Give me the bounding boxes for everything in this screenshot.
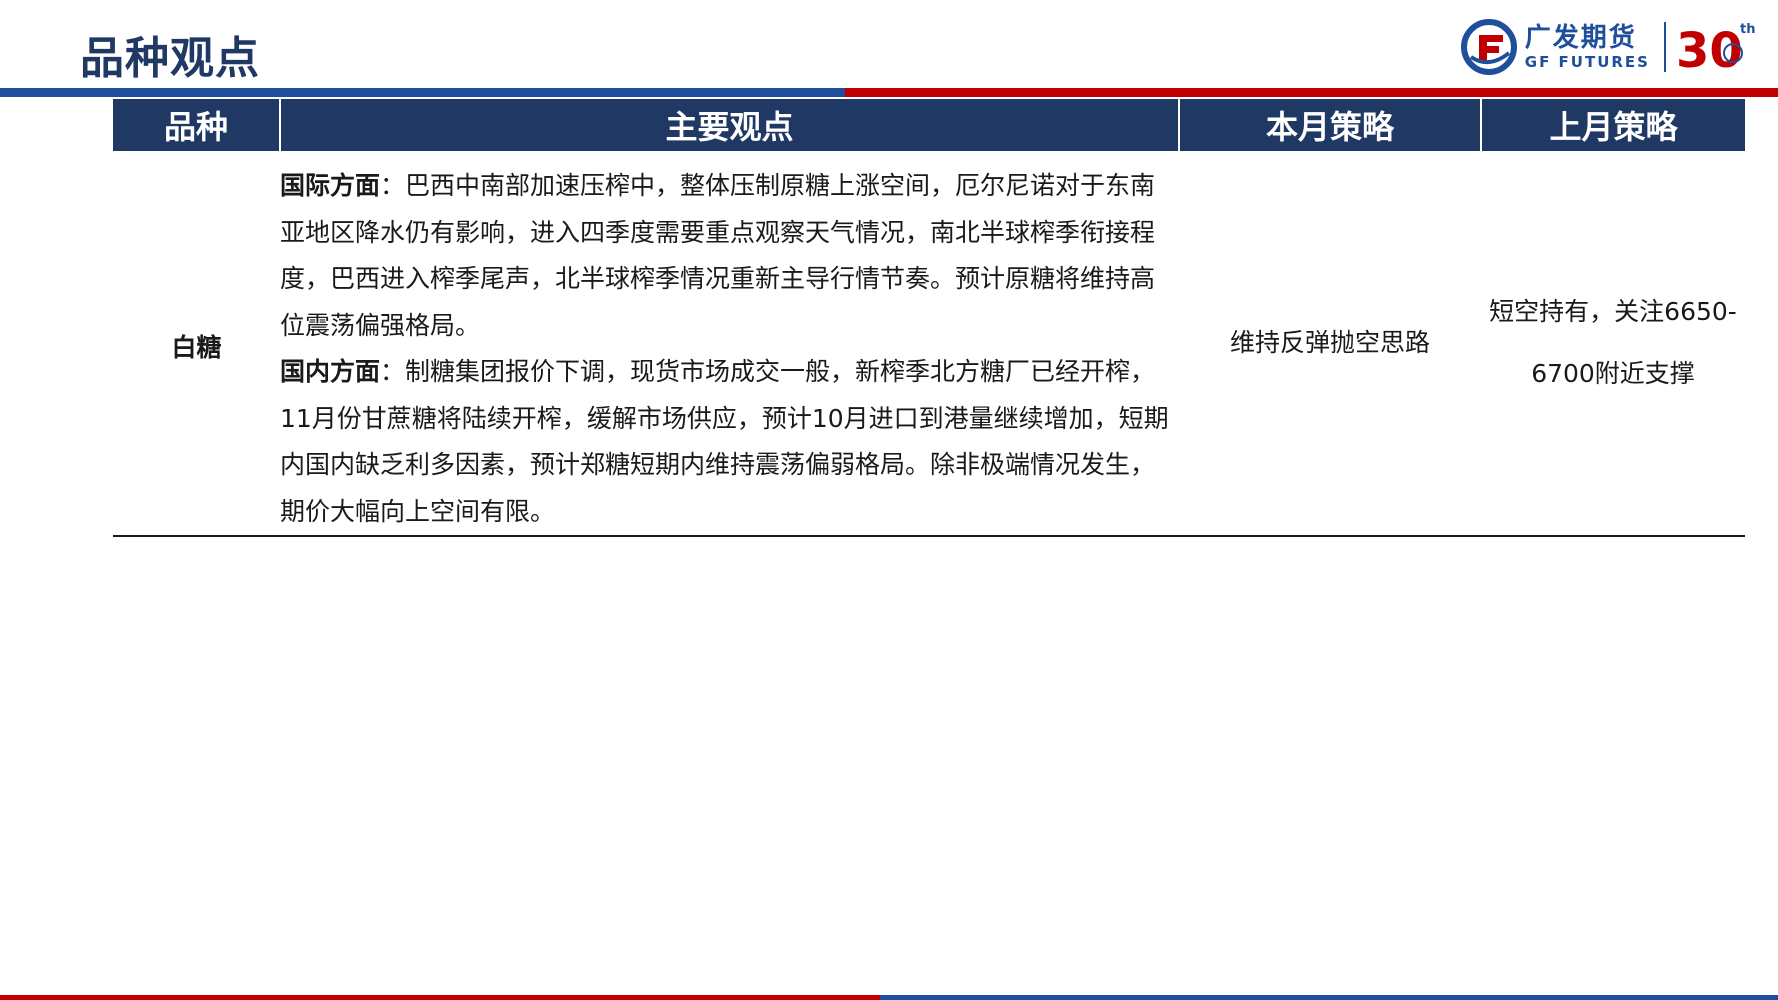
domestic-view: 国内方面：制糖集团报价下调，现货市场成交一般，新榨季北方糖厂已经开榨，11月份甘… — [280, 349, 1179, 535]
international-text: ：巴西中南部加速压榨中，整体压制原糖上涨空间，厄尔尼诺对于东南亚地区降水仍有影响… — [280, 171, 1156, 340]
international-view: 国际方面：巴西中南部加速压榨中，整体压制原糖上涨空间，厄尔尼诺对于东南亚地区降水… — [280, 163, 1179, 349]
logo-name-cn: 广发期货 — [1524, 23, 1637, 53]
page-title: 品种观点 — [80, 33, 260, 84]
gf-futures-logo: 广发期货 GF FUTURES 30 th — [1460, 14, 1758, 80]
header-last-month-strategy: 上月策略 — [1480, 99, 1745, 151]
domestic-label: 国内方面 — [280, 357, 381, 386]
international-label: 国际方面 — [280, 171, 381, 200]
anniversary-number: 30 — [1676, 23, 1743, 77]
last-month-strategy-cell: 短空持有，关注6650-6700附近支撑 — [1481, 151, 1745, 537]
footer-bar-blue — [880, 995, 1778, 1000]
logo-text: 广发期货 GF FUTURES — [1525, 23, 1650, 71]
header-this-month-strategy: 本月策略 — [1178, 99, 1481, 151]
domestic-text: ：制糖集团报价下调，现货市场成交一般，新榨季北方糖厂已经开榨，11月份甘蔗糖将陆… — [280, 357, 1169, 526]
variety-cell: 白糖 — [113, 151, 280, 537]
variety-views-table: 品种 主要观点 本月策略 上月策略 白糖 国际方面：巴西中南部加速压榨中，整体压… — [113, 99, 1745, 537]
anniversary-30-icon: 30 th — [1676, 22, 1755, 77]
main-views-cell: 国际方面：巴西中南部加速压榨中，整体压制原糖上涨空间，厄尔尼诺对于东南亚地区降水… — [280, 151, 1179, 537]
table-row: 白糖 国际方面：巴西中南部加速压榨中，整体压制原糖上涨空间，厄尔尼诺对于东南亚地… — [113, 151, 1745, 537]
logo-name-en: GF FUTURES — [1524, 53, 1650, 71]
header-divider-bar — [0, 88, 1778, 97]
this-month-strategy-text: 维持反弹抛空思路 — [1229, 328, 1430, 357]
table-header-row: 品种 主要观点 本月策略 上月策略 — [113, 99, 1745, 151]
header-bar-red — [845, 88, 1778, 97]
logo-divider — [1664, 22, 1666, 72]
header-main-views: 主要观点 — [279, 99, 1179, 151]
header-bar-blue — [0, 88, 845, 97]
last-month-strategy-text: 短空持有，关注6650-6700附近支撑 — [1489, 297, 1737, 388]
gf-logo-icon — [1460, 19, 1517, 75]
anniversary-suffix: th — [1740, 22, 1755, 37]
footer-bar-red — [0, 995, 880, 1000]
this-month-strategy-cell: 维持反弹抛空思路 — [1179, 151, 1481, 537]
header-variety: 品种 — [113, 99, 280, 151]
footer-divider-bar — [0, 995, 1778, 1000]
